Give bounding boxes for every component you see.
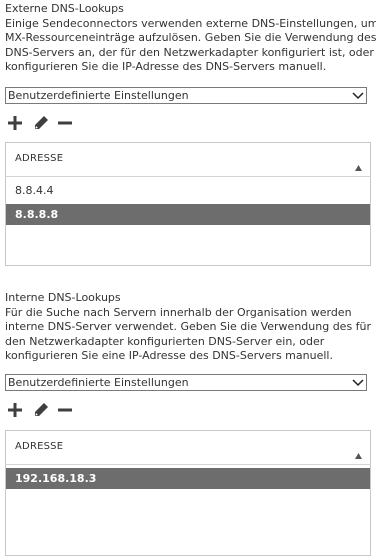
external-description-line: MX-Ressourceneinträge aufzulösen. Geben …: [5, 31, 376, 45]
external-dns-mode-select[interactable]: Benutzerdefinierte Einstellungen: [5, 87, 367, 104]
external-description-line: DNS-Servers an, der für den Netzwerkadap…: [5, 45, 374, 59]
internal-dns-description: Für die Suche nach Servern innerhalb der…: [5, 306, 371, 364]
table-row-selected[interactable]: 8.8.8.8: [6, 204, 370, 225]
internal-dns-grid: ADRESSE 192.168.18.3: [5, 430, 371, 556]
external-dns-title: Externe DNS-Lookups: [5, 2, 124, 15]
external-dns-section: Externe DNS-Lookups Einige Sendeconnecto…: [0, 0, 376, 270]
internal-description-line: interne DNS-Server verwendet. Geben Sie …: [5, 320, 372, 334]
internal-dns-mode-value: Benutzerdefinierte Einstellungen: [8, 376, 189, 389]
minus-icon[interactable]: [56, 114, 76, 132]
external-address-column-header[interactable]: ADRESSE: [6, 143, 370, 177]
column-header-label: ADRESSE: [15, 441, 64, 452]
external-dns-toolbar: [6, 114, 86, 132]
address-cell: 192.168.18.3: [15, 472, 97, 485]
chevron-down-icon: [352, 90, 364, 101]
sort-ascending-icon: [355, 156, 362, 171]
internal-dns-section: Interne DNS-Lookups Für die Suche nach S…: [0, 288, 376, 560]
internal-dns-title: Interne DNS-Lookups: [5, 291, 121, 304]
external-dns-grid: ADRESSE 8.8.4.4 8.8.8.8: [5, 142, 371, 266]
pencil-icon[interactable]: [32, 401, 52, 419]
plus-icon[interactable]: [6, 114, 26, 132]
internal-dns-toolbar: [6, 401, 86, 419]
internal-description-line: den Netzwerkadapter konfigurierten DNS-S…: [5, 334, 325, 348]
address-cell: 8.8.4.4: [15, 184, 54, 197]
plus-icon[interactable]: [6, 401, 26, 419]
column-header-label: ADRESSE: [15, 153, 64, 164]
external-dns-mode-value: Benutzerdefinierte Einstellungen: [8, 89, 189, 102]
internal-description-line: konfigurieren Sie eine IP-Adresse des DN…: [5, 349, 333, 363]
internal-address-column-header[interactable]: ADRESSE: [6, 431, 370, 465]
pencil-icon[interactable]: [32, 114, 52, 132]
external-description-line: Einige Sendeconnectors verwenden externe…: [5, 17, 376, 30]
minus-icon[interactable]: [56, 401, 76, 419]
external-description-line: konfigurieren Sie die IP-Adresse des DNS…: [5, 60, 327, 74]
table-row[interactable]: 8.8.4.4: [6, 180, 370, 201]
sort-ascending-icon: [355, 444, 362, 459]
chevron-down-icon: [352, 377, 364, 388]
internal-dns-mode-select[interactable]: Benutzerdefinierte Einstellungen: [5, 374, 367, 391]
address-cell: 8.8.8.8: [15, 208, 59, 221]
table-row-selected[interactable]: 192.168.18.3: [6, 468, 370, 489]
external-dns-description: Einige Sendeconnectors verwenden externe…: [5, 17, 376, 75]
internal-description-line: Für die Suche nach Servern innerhalb der…: [5, 306, 352, 319]
